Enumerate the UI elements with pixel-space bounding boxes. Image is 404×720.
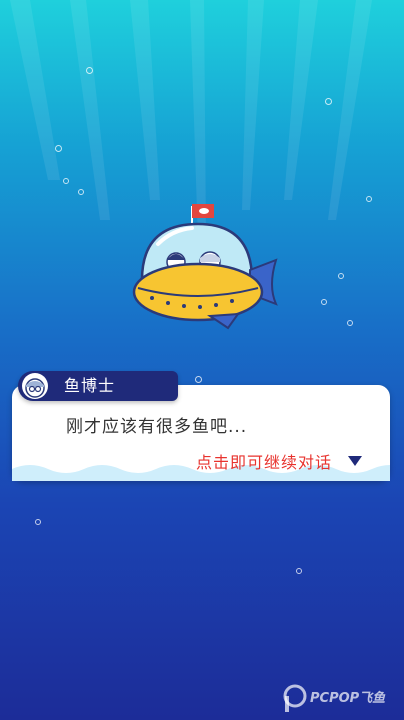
bubble [321, 299, 327, 305]
watermark: PCPOP飞鱼 [282, 684, 400, 716]
bubble [35, 519, 41, 525]
bubble [338, 273, 344, 279]
continue-hint[interactable]: 点击即可继续对话 [196, 449, 332, 473]
dialog-text: 刚才应该有很多鱼吧... [66, 417, 248, 437]
bubble [296, 568, 302, 574]
speaker-name: 鱼博士 [64, 376, 116, 395]
watermark-text: PCPOP飞鱼 [310, 691, 386, 706]
pcpop-logo-icon [283, 684, 307, 712]
doctor-fish-avatar-icon [22, 373, 48, 399]
bubble [195, 376, 202, 383]
bubble [55, 145, 62, 152]
triangle-down-icon[interactable] [348, 456, 362, 466]
bubble [78, 189, 84, 195]
bubble [86, 67, 93, 74]
bubble [366, 196, 372, 202]
speaker-tab: 鱼博士 [18, 371, 178, 401]
submarine-illustration [132, 204, 278, 330]
bubble [63, 178, 69, 184]
ocean-scene[interactable]: 刚才应该有很多鱼吧... 点击即可继续对话 鱼博士 PCPOP飞鱼 [0, 0, 404, 720]
bubble [347, 320, 353, 326]
bubble [325, 98, 332, 105]
